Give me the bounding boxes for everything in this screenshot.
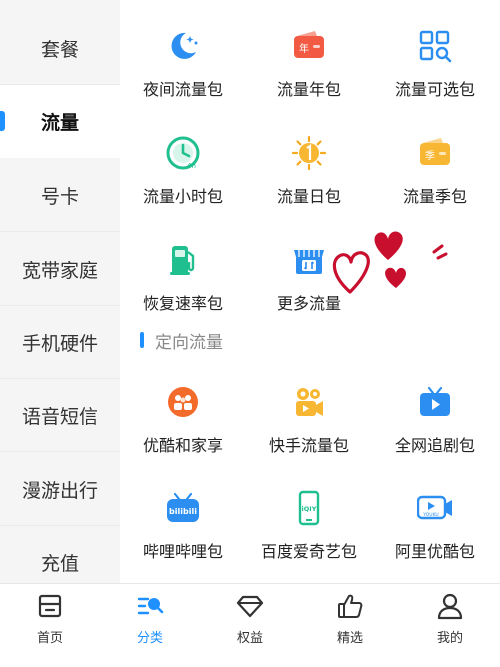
category-search-icon [137, 597, 164, 615]
home-icon [38, 594, 62, 618]
category-sidebar: 套餐 流量 号卡 宽带家庭 手机硬件 语音短信 漫游出行 充值 [0, 0, 120, 583]
svg-text:4h: 4h [187, 162, 196, 170]
divider [0, 231, 120, 232]
product-speed-restore[interactable]: 恢复速率包 [120, 228, 246, 318]
product-hourly-data[interactable]: 4h 流量小时包 [120, 121, 246, 211]
sidebar-item-broadband[interactable]: 宽带家庭 [0, 233, 120, 306]
product-label: 恢复速率包 [142, 294, 223, 313]
tab-label: 权益 [236, 631, 263, 646]
sidebar-item-label: 手机硬件 [21, 333, 98, 355]
section-title: 定向流量 [155, 332, 223, 353]
svg-text:年: 年 [299, 42, 309, 55]
svg-text:iQIY: iQIY [302, 505, 317, 513]
divider [0, 451, 120, 452]
grid-search-icon [419, 30, 452, 63]
tab-featured[interactable]: 精选 [300, 584, 400, 667]
sidebar-item-label: 充值 [40, 553, 79, 575]
bottom-tab-bar: 首页 分类 权益 精选 我的 [0, 583, 500, 667]
svg-text:季: 季 [425, 150, 435, 162]
active-indicator [0, 111, 5, 131]
product-label: 快手流量包 [268, 436, 349, 455]
moon-stars-icon [171, 32, 198, 59]
product-label: 流量小时包 [142, 187, 223, 206]
tab-label: 首页 [36, 631, 63, 646]
yellow-wallet-season-icon: 季 [420, 138, 450, 165]
tab-label: 我的 [436, 631, 463, 646]
sidebar-item-roaming[interactable]: 漫游出行 [0, 453, 120, 526]
product-label: 哔哩哔哩包 [142, 542, 223, 561]
product-label: 流量季包 [402, 187, 467, 206]
clock-4h-icon: 4h [166, 136, 200, 170]
thumbs-up-icon [338, 594, 363, 618]
tab-profile[interactable]: 我的 [400, 584, 500, 667]
sidebar-item-voice-sms[interactable]: 语音短信 [0, 379, 120, 452]
section-marker [140, 332, 144, 348]
tab-category[interactable]: 分类 [100, 584, 200, 667]
sun-icon [291, 135, 327, 171]
product-kuaishou-data[interactable]: 快手流量包 [246, 370, 372, 460]
product-label: 百度爱奇艺包 [260, 542, 357, 561]
red-wallet-year-icon: 年 [294, 31, 324, 58]
sidebar-item-package[interactable]: 套餐 [0, 12, 120, 85]
iqiyi-phone-icon: iQIY [298, 490, 320, 526]
fuel-pump-icon [170, 246, 195, 275]
section-header-directed-data: 定向流量 [140, 327, 223, 353]
sidebar-item-label: 号卡 [40, 186, 79, 208]
product-seasonal-data[interactable]: 季 流量季包 [372, 121, 498, 211]
product-bilibili-data[interactable]: bilibili 哔哩哔哩包 [120, 476, 246, 566]
video-camera-icon [296, 388, 323, 416]
sidebar-item-label: 套餐 [40, 39, 79, 61]
product-drama-data[interactable]: 全网追剧包 [372, 370, 498, 460]
product-annual-data[interactable]: 年 流量年包 [246, 14, 372, 104]
product-label: 流量可选包 [394, 80, 475, 99]
sidebar-item-label: 漫游出行 [21, 480, 98, 502]
product-label: 阿里优酷包 [394, 542, 475, 561]
product-night-data[interactable]: 夜间流量包 [120, 14, 246, 104]
product-label: 全网追剧包 [394, 436, 475, 455]
hearts-doodle [332, 231, 448, 294]
store-icon [294, 250, 324, 274]
tab-label: 精选 [336, 631, 363, 646]
sidebar-item-label: 流量 [40, 112, 79, 134]
person-icon [437, 593, 463, 620]
family-group-icon [168, 387, 198, 417]
sidebar-item-sim-card[interactable]: 号卡 [0, 159, 120, 232]
bilibili-icon: bilibili [167, 492, 199, 522]
product-label: 流量日包 [276, 187, 341, 206]
product-label: 夜间流量包 [142, 80, 223, 99]
youku-icon: YOUKU [417, 495, 452, 520]
svg-text:YOUKU: YOUKU [422, 512, 438, 518]
sidebar-item-label: 语音短信 [21, 406, 98, 428]
svg-text:bilibili: bilibili [169, 507, 197, 516]
product-alibaba-youku-data[interactable]: YOUKU 阿里优酷包 [372, 476, 498, 566]
product-label: 优酷和家享 [142, 436, 223, 455]
tv-play-icon [420, 386, 450, 416]
tab-home[interactable]: 首页 [0, 584, 100, 667]
tab-label: 分类 [136, 631, 163, 646]
product-label: 流量年包 [276, 80, 341, 99]
product-daily-data[interactable]: 流量日包 [246, 121, 372, 211]
product-youku-family[interactable]: 优酷和家享 [120, 370, 246, 460]
product-iqiyi-data[interactable]: iQIY 百度爱奇艺包 [246, 476, 372, 566]
product-optional-data[interactable]: 流量可选包 [372, 14, 498, 104]
diamond-icon [236, 595, 264, 618]
sidebar-item-hardware[interactable]: 手机硬件 [0, 306, 120, 379]
tab-benefits[interactable]: 权益 [200, 584, 300, 667]
sidebar-item-label: 宽带家庭 [21, 260, 98, 282]
sidebar-item-data[interactable]: 流量 [0, 85, 120, 158]
